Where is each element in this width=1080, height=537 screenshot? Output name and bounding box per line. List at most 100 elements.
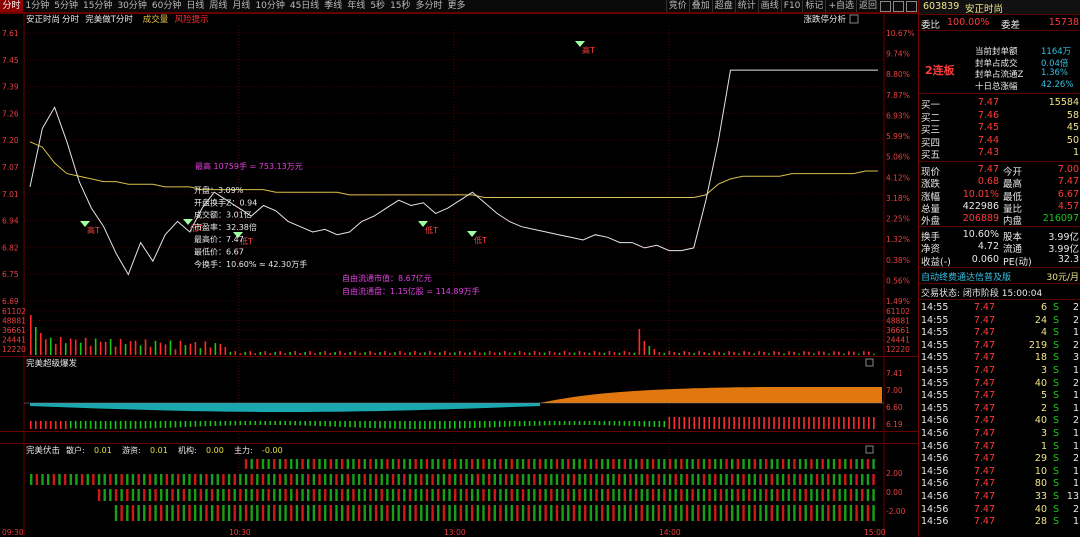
trade-cell-2: 6 <box>1040 302 1047 313</box>
volume-bar-84 <box>449 352 451 355</box>
tool-button-1[interactable]: 叠加 <box>688 0 712 12</box>
ind2-bar-r0-124 <box>731 459 734 469</box>
ind2-bar-r2-25 <box>171 489 174 501</box>
ind2-bar-r2-74 <box>448 489 451 501</box>
volume-bar-97 <box>513 352 516 355</box>
volume-bar-93 <box>493 352 496 355</box>
ind2-bar-r3-104 <box>617 505 621 521</box>
ind1-hist-bar-162 <box>838 417 840 429</box>
ind2-bar-r2-59 <box>363 489 366 501</box>
vol-y-left-2: 36661 <box>2 326 26 335</box>
period-tab-13[interactable]: 5秒 <box>368 0 388 12</box>
ind2-bar-r1-22 <box>154 474 157 485</box>
tool-button-2[interactable]: 超盘 <box>711 0 735 12</box>
ind2-bar-r3-17 <box>126 505 129 521</box>
ind1-hist-bar-143 <box>743 417 745 429</box>
tool-button-4[interactable]: 画线 <box>757 0 781 12</box>
ind2-y-right-1: 0.00 <box>886 488 903 497</box>
period-tab-6[interactable]: 日线 <box>184 0 207 12</box>
period-tab-12[interactable]: 年线 <box>345 0 368 12</box>
period-tab-9[interactable]: 10分钟 <box>253 0 287 12</box>
ind2-bar-r3-36 <box>233 505 236 521</box>
ind2-bar-r2-20 <box>143 489 146 501</box>
ind1-hist-bar-82 <box>439 421 441 429</box>
ind2-bar-r1-77 <box>465 474 468 485</box>
ind1-hist-bar-81 <box>434 421 436 429</box>
ind2-bar-r0-56 <box>346 459 349 469</box>
period-tab-10[interactable]: 45日线 <box>287 0 321 12</box>
divider-3 <box>919 161 1080 162</box>
period-tab-16[interactable]: 更多 <box>445 0 468 12</box>
period-tab-14[interactable]: 15秒 <box>388 0 413 12</box>
ind2-bar-r3-94 <box>561 505 564 521</box>
period-tab-8[interactable]: 月线 <box>230 0 253 12</box>
ind2-bar-r2-93 <box>555 489 559 501</box>
period-tab-7[interactable]: 周线 <box>207 0 230 12</box>
intraday-chart-area[interactable]: 安正时尚 分时 完美做T分时 成交量 风险提示 涨跌停分析 7.61 7.45 7.39 7.26… <box>0 13 918 537</box>
period-tab-15[interactable]: 多分时 <box>413 0 445 12</box>
volume-bar-86 <box>458 351 461 355</box>
period-tab-5[interactable]: 60分钟 <box>149 0 183 12</box>
tool-button-5[interactable]: F10 <box>780 0 803 12</box>
minimize-icon[interactable] <box>880 1 891 12</box>
ind2-bar-r1-108 <box>640 474 643 485</box>
ind2-bar-r1-32 <box>210 474 214 485</box>
ind2-bar-r1-125 <box>736 474 740 485</box>
ind2-bar-r1-97 <box>578 474 581 485</box>
ind1-hist-bar-83 <box>444 421 446 429</box>
ind2-bar-r2-58 <box>357 489 361 501</box>
ind2-bar-r1-67 <box>408 474 412 485</box>
ind1-hist-bar-124 <box>648 421 651 427</box>
ind2-bar-r2-38 <box>244 489 248 501</box>
ind2-bar-r2-55 <box>340 489 344 501</box>
ind2-bar-r3-18 <box>131 505 135 521</box>
ind2-bar-r1-80 <box>482 474 485 485</box>
trade-cell-1: 7.47 <box>973 339 995 351</box>
tool-button-0[interactable]: 竞价 <box>665 0 689 12</box>
ind1-hist-bar-41 <box>234 421 237 426</box>
period-tab-4[interactable]: 30分钟 <box>115 0 149 12</box>
tool-button-7[interactable]: +自选 <box>825 0 856 12</box>
period-tab-2[interactable]: 5分钟 <box>52 0 81 12</box>
close-icon[interactable] <box>906 1 917 12</box>
ind2-bar-r0-140 <box>821 459 824 469</box>
ind2-bar-r3-106 <box>629 505 632 521</box>
ind2-bar-r3-20 <box>143 505 146 521</box>
period-tab-1[interactable]: 1分钟 <box>23 0 52 12</box>
annotation-info-4: 最高价：7.47 <box>194 234 244 244</box>
period-tab-0[interactable]: 分时 <box>0 0 24 12</box>
ind2-bar-r1-8 <box>75 474 78 485</box>
ind1-hist-bar-23 <box>144 421 147 429</box>
trade-cell-1: 7.47 <box>973 428 995 439</box>
ind1-hist-bar-3 <box>44 421 47 429</box>
ind2-bar-r1-121 <box>714 474 717 485</box>
ind2-bar-r1-105 <box>623 474 626 485</box>
ind2-bar-r3-119 <box>702 505 706 521</box>
ind2-bar-r2-98 <box>584 489 587 501</box>
trade-cell-3: S <box>1053 365 1060 376</box>
trade-cell-2: 29 <box>1034 453 1047 465</box>
volume-bar-70 <box>379 352 381 355</box>
ind1-hist-bar-68 <box>369 421 371 428</box>
ind2-bar-r2-64 <box>391 489 395 501</box>
tool-button-8[interactable]: 返回 <box>855 0 879 12</box>
ind1-hist-bar-101 <box>533 421 536 426</box>
ind1-hist-bar-33 <box>194 421 197 427</box>
maximize-icon[interactable] <box>893 1 904 12</box>
ind2-bar-r0-100 <box>595 459 598 469</box>
period-tab-3[interactable]: 15分钟 <box>80 0 114 12</box>
ind2-bar-r0-86 <box>516 459 519 469</box>
tool-button-3[interactable]: 统计 <box>734 0 758 12</box>
volume-bar-68 <box>369 351 371 355</box>
period-tab-11[interactable]: 季线 <box>322 0 345 12</box>
ind2-bar-r0-142 <box>832 459 836 469</box>
ind2-bar-r2-12 <box>97 489 101 501</box>
trade-cell-2: 40 <box>1034 503 1047 515</box>
volume-bar-118 <box>618 352 621 355</box>
tool-button-6[interactable]: 标记 <box>802 0 825 12</box>
y-right-label-1: 9.74% <box>886 50 910 59</box>
trade-cell-0: 14:56 <box>921 428 949 439</box>
volume-bar-105 <box>553 352 556 355</box>
ind2-bar-r0-70 <box>425 459 429 469</box>
annotation-info-6: 今换手：10.60% ≈ 42.30万手 <box>194 259 307 269</box>
